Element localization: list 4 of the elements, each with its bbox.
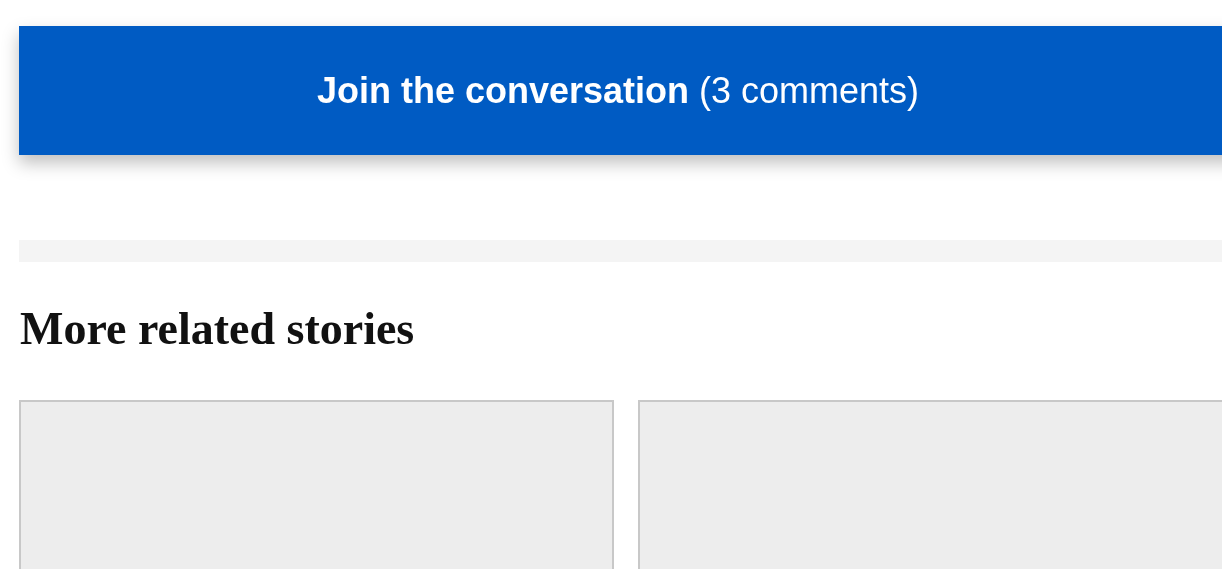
section-heading: More related stories xyxy=(20,306,416,352)
story-card-placeholder[interactable] xyxy=(638,400,1222,569)
join-conversation-button[interactable]: Join the conversation (3 comments) xyxy=(19,26,1222,155)
story-card-placeholder[interactable] xyxy=(19,400,614,569)
